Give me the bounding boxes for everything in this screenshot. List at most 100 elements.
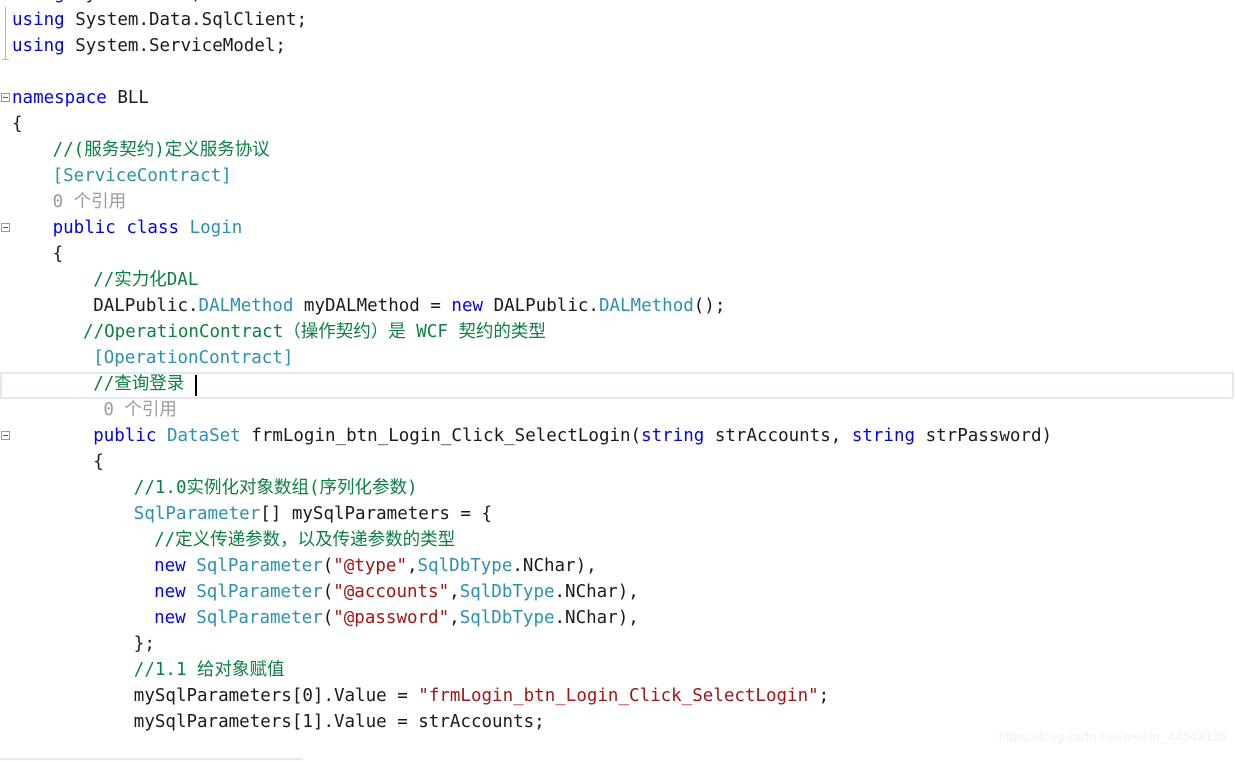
code-token: new — [154, 556, 186, 576]
code-token: //1.0实例化对象数组(序列化参数) — [133, 478, 418, 498]
code-token: //定义传递参数，以及传递参数的类型 — [154, 530, 456, 550]
code-token: //1.1 给对象赋值 — [133, 660, 285, 680]
bottom-partial-rule — [0, 758, 303, 762]
code-line: //查询登录 — [0, 371, 1235, 397]
code-token: DALMethod — [598, 296, 694, 316]
code-token: Login — [189, 218, 243, 238]
code-line: mySqlParameters[0].Value = "frmLogin_btn… — [0, 683, 1235, 709]
code-line: //实力化DAL — [0, 267, 1235, 293]
code-line: new SqlParameter("@password",SqlDbType.N… — [0, 605, 1235, 631]
code-token: string — [851, 426, 916, 446]
code-token: { — [12, 114, 23, 134]
code-token: ( — [322, 608, 334, 628]
code-line: //1.1 给对象赋值 — [0, 657, 1235, 683]
code-token: //查询登录 — [93, 374, 185, 394]
code-line: using System.Data; — [0, 0, 1235, 7]
code-token: [ServiceContract] — [52, 166, 232, 186]
code-line: //定义传递参数，以及传递参数的类型 — [0, 527, 1235, 553]
code-token: myDALMethod = — [293, 296, 452, 316]
code-line: DALPublic.DALMethod myDALMethod = new DA… — [0, 293, 1235, 319]
code-line: new SqlParameter("@type",SqlDbType.NChar… — [0, 553, 1235, 579]
code-token: //实力化DAL — [93, 270, 199, 290]
code-text-layer[interactable]: using System.Data;using System.Data.SqlC… — [0, 0, 1235, 762]
code-token: "@type" — [333, 556, 407, 576]
code-token: DALMethod — [198, 296, 294, 316]
code-token: System.Data.SqlClient; — [64, 10, 308, 30]
code-line: //OperationContract（操作契约）是 WCF 契约的类型 — [0, 319, 1235, 345]
code-token: { — [93, 452, 104, 472]
code-line: using System.Data.SqlClient; — [0, 7, 1235, 33]
code-token: SqlParameter — [196, 582, 323, 602]
code-token: using — [12, 0, 65, 4]
code-token: //OperationContract（操作契约）是 WCF 契约的类型 — [83, 322, 546, 342]
code-token: , — [449, 582, 460, 602]
code-line: { — [0, 111, 1235, 137]
code-token: using — [12, 10, 65, 30]
code-token: SqlDbType — [459, 608, 555, 628]
code-token: [] mySqlParameters = { — [260, 504, 493, 524]
code-token: //(服务契约)定义服务协议 — [52, 140, 270, 160]
code-token: .NChar), — [554, 582, 639, 602]
code-line: new SqlParameter("@accounts",SqlDbType.N… — [0, 579, 1235, 605]
code-token: (); — [693, 296, 726, 316]
code-line: namespace BLL — [0, 85, 1235, 111]
code-token: { — [52, 244, 64, 264]
code-token: strPassword) — [915, 426, 1053, 446]
code-token: mySqlParameters[1].Value = strAccounts; — [133, 712, 545, 732]
code-token: SqlParameter — [196, 608, 323, 628]
codelens-line[interactable]: 0 个引用 — [0, 397, 1235, 423]
code-token: .NChar), — [512, 556, 597, 576]
code-token: SqlDbType — [459, 582, 555, 602]
code-token: ; — [818, 686, 830, 706]
code-token: "@accounts" — [333, 582, 450, 602]
code-token: , — [407, 556, 418, 576]
csdn-watermark: https://blog.csdn.net/weixin_44543135 — [998, 729, 1227, 744]
code-token: "@password" — [333, 608, 450, 628]
code-token: 0 个引用 — [103, 400, 177, 420]
code-token: new — [154, 608, 186, 628]
code-token: 0 个引用 — [52, 192, 127, 212]
code-token: public — [93, 426, 157, 446]
code-token: .NChar), — [554, 608, 639, 628]
code-token: SqlDbType — [417, 556, 513, 576]
code-token: "frmLogin_btn_Login_Click_SelectLogin" — [418, 686, 819, 706]
code-line: //1.0实例化对象数组(序列化参数) — [0, 475, 1235, 501]
code-line: using System.ServiceModel; — [0, 33, 1235, 59]
code-token: DALPublic. — [483, 296, 599, 316]
code-token: mySqlParameters[0].Value = — [133, 686, 419, 706]
code-token: DataSet — [166, 426, 241, 446]
code-token: ( — [322, 556, 334, 576]
code-editor-surface[interactable]: using System.Data;using System.Data.SqlC… — [0, 0, 1235, 762]
code-token: new — [451, 296, 484, 316]
code-line: //(服务契约)定义服务协议 — [0, 137, 1235, 163]
code-token: class — [126, 218, 180, 238]
code-token: }; — [133, 634, 155, 654]
code-line: [OperationContract] — [0, 345, 1235, 371]
code-token: new — [154, 582, 186, 602]
code-line: }; — [0, 631, 1235, 657]
code-token: SqlParameter — [196, 556, 323, 576]
code-line: { — [0, 241, 1235, 267]
codelens-line[interactable]: 0 个引用 — [0, 189, 1235, 215]
code-token: , — [449, 608, 460, 628]
code-token: frmLogin_btn_Login_Click_SelectLogin( — [240, 426, 642, 446]
code-line: SqlParameter[] mySqlParameters = { — [0, 501, 1235, 527]
code-token: public — [52, 218, 116, 238]
code-token: namespace — [12, 88, 107, 108]
code-token: [OperationContract] — [93, 348, 294, 368]
code-line: public class Login — [0, 215, 1235, 241]
code-token: System.ServiceModel; — [64, 36, 286, 56]
code-token: SqlParameter — [133, 504, 261, 524]
code-token: strAccounts, — [704, 426, 852, 446]
code-token: using — [12, 36, 65, 56]
code-line: { — [0, 449, 1235, 475]
code-token: BLL — [106, 88, 149, 108]
code-token: DALPublic. — [93, 296, 199, 316]
code-line: public DataSet frmLogin_btn_Login_Click_… — [0, 423, 1235, 449]
